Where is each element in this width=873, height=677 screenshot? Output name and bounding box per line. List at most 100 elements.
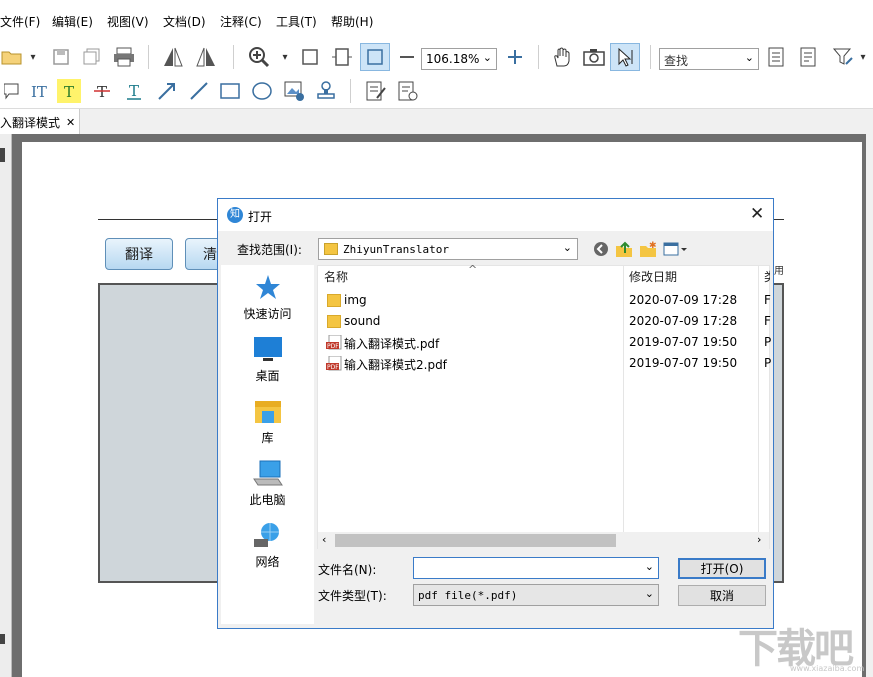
chevron-down-icon: ⌄ [744, 51, 754, 64]
search-placeholder: 查找 [664, 54, 689, 68]
file-date: 2019-07-07 19:50 [629, 356, 738, 370]
zoom-dropdown-icon[interactable]: ▾ [278, 45, 292, 69]
list-item[interactable]: sound 2020-07-09 17:28 F [318, 311, 771, 332]
list-item[interactable]: PDF 输入翻译模式2.pdf 2019-07-07 19:50 P [318, 353, 771, 374]
side-text: 用 [774, 266, 784, 277]
filetype-select[interactable]: pdf file(*.pdf) ⌄ [413, 584, 659, 606]
edit-settings-icon[interactable] [396, 79, 420, 103]
column-name[interactable]: 名称 [324, 266, 348, 288]
file-date: 2020-07-09 17:28 [629, 314, 738, 328]
column-date[interactable]: 修改日期 [629, 266, 677, 288]
chevron-down-icon: ⌄ [482, 51, 492, 64]
list-item[interactable]: PDF 输入翻译模式.pdf 2019-07-07 19:50 P [318, 332, 771, 353]
hand-tool-icon[interactable] [550, 45, 574, 69]
menu-view[interactable]: 视图(V) [107, 13, 149, 30]
menu-edit[interactable]: 编辑(E) [52, 13, 93, 30]
place-library[interactable]: 库 [221, 397, 314, 446]
scroll-thumb[interactable] [335, 534, 616, 547]
horizontal-scrollbar[interactable]: ‹ › [318, 532, 769, 549]
zoom-plus-icon[interactable] [503, 45, 527, 69]
list-item[interactable]: img 2020-07-09 17:28 F [318, 290, 771, 311]
scroll-left-icon[interactable]: ‹ [322, 533, 326, 546]
pdf-file-icon: PDF [326, 355, 342, 371]
cancel-button[interactable]: 取消 [678, 585, 766, 606]
back-icon[interactable] [591, 239, 611, 259]
document-tab-strip: 入翻译模式 ✕ [0, 108, 873, 135]
scroll-right-icon[interactable]: › [757, 533, 761, 546]
actual-size-icon[interactable] [360, 43, 390, 71]
save-icon[interactable] [49, 45, 73, 69]
search-select[interactable]: 查找 ⌄ [659, 48, 759, 70]
translate-button: 翻译 [105, 238, 173, 270]
star-icon [255, 275, 280, 299]
filetype-label: 文件类型(T): [318, 589, 387, 603]
underline-icon[interactable]: T [122, 79, 146, 103]
place-this-pc[interactable]: 此电脑 [221, 459, 314, 508]
flip-right-icon[interactable] [194, 45, 218, 69]
zoom-out-icon[interactable] [395, 45, 419, 69]
look-in-select[interactable]: ZhiyunTranslator ⌄ [318, 238, 578, 260]
open-folder-icon[interactable] [0, 45, 24, 69]
svg-text:PDF: PDF [327, 343, 339, 350]
left-panel-strip[interactable] [0, 134, 12, 677]
chevron-down-icon: ⌄ [562, 241, 572, 254]
save-all-icon[interactable] [80, 45, 104, 69]
chevron-down-icon: ⌄ [644, 587, 654, 600]
close-icon[interactable]: ✕ [750, 204, 764, 224]
place-quick-access[interactable]: 快速访问 [221, 273, 314, 322]
flip-left-icon[interactable] [161, 45, 185, 69]
menu-help[interactable]: 帮助(H) [331, 13, 373, 30]
file-type: P [764, 356, 772, 370]
place-network[interactable]: 网络 [221, 521, 314, 570]
document-tab[interactable]: 入翻译模式 ✕ [0, 109, 80, 135]
new-folder-icon[interactable]: ✱ [638, 239, 658, 259]
zoom-in-icon[interactable] [247, 45, 271, 69]
note-icon[interactable] [0, 79, 24, 103]
text-select-icon[interactable]: IT [27, 79, 51, 103]
rectangle-icon[interactable] [218, 79, 242, 103]
open-dropdown-icon[interactable]: ▾ [26, 45, 40, 69]
arrow-icon[interactable] [155, 79, 179, 103]
open-file-dialog: 知 打开 ✕ 查找范围(I): ZhiyunTranslator ⌄ ✱ 快速访… [217, 198, 774, 629]
column-type[interactable]: 类 [764, 266, 770, 288]
close-icon[interactable]: ✕ [66, 116, 75, 129]
fit-page-icon[interactable] [298, 45, 322, 69]
place-desktop[interactable]: 桌面 [221, 335, 314, 384]
zoom-select[interactable]: 106.18% ⌄ [421, 48, 497, 70]
place-label: 库 [261, 431, 274, 445]
line-icon[interactable] [187, 79, 211, 103]
file-name: 输入翻译模式.pdf [344, 337, 440, 351]
find-next-icon[interactable] [796, 45, 820, 69]
file-name: 输入翻译模式2.pdf [344, 358, 447, 372]
file-date: 2019-07-07 19:50 [629, 335, 738, 349]
sort-up-icon: ^ [468, 263, 478, 276]
edit-document-icon[interactable] [364, 79, 388, 103]
select-tool-icon[interactable] [610, 43, 640, 71]
menu-document[interactable]: 文档(D) [163, 13, 206, 30]
image-annot-icon[interactable] [282, 79, 306, 103]
filter-icon[interactable] [831, 45, 855, 69]
vertical-scrollbar[interactable] [866, 134, 873, 677]
file-type: P [764, 335, 772, 349]
ellipse-icon[interactable] [250, 79, 274, 103]
menu-comment[interactable]: 注释(C) [220, 13, 262, 30]
network-icon [253, 523, 279, 547]
snapshot-icon[interactable] [582, 45, 606, 69]
look-in-label: 查找范围(I): [237, 243, 302, 257]
stamp-icon[interactable] [314, 79, 338, 103]
strikethrough-icon[interactable]: T [90, 79, 114, 103]
up-folder-icon[interactable] [614, 239, 634, 259]
view-menu-icon[interactable] [662, 239, 690, 259]
find-prev-icon[interactable] [764, 45, 788, 69]
highlight-icon[interactable]: T [57, 79, 81, 103]
print-icon[interactable] [112, 45, 136, 69]
menu-file[interactable]: 文件(F) [0, 13, 40, 30]
filter-dropdown-icon[interactable]: ▾ [856, 45, 870, 69]
filename-input[interactable]: ⌄ [413, 557, 659, 579]
file-list: ^ 名称 修改日期 类 img 2020-07-09 17:28 F sound… [317, 263, 771, 549]
filetype-value: pdf file(*.pdf) [418, 589, 518, 602]
open-button[interactable]: 打开(O) [678, 558, 766, 579]
menu-tools[interactable]: 工具(T) [276, 13, 317, 30]
fit-width-icon[interactable] [330, 45, 354, 69]
folder-icon [327, 315, 341, 328]
